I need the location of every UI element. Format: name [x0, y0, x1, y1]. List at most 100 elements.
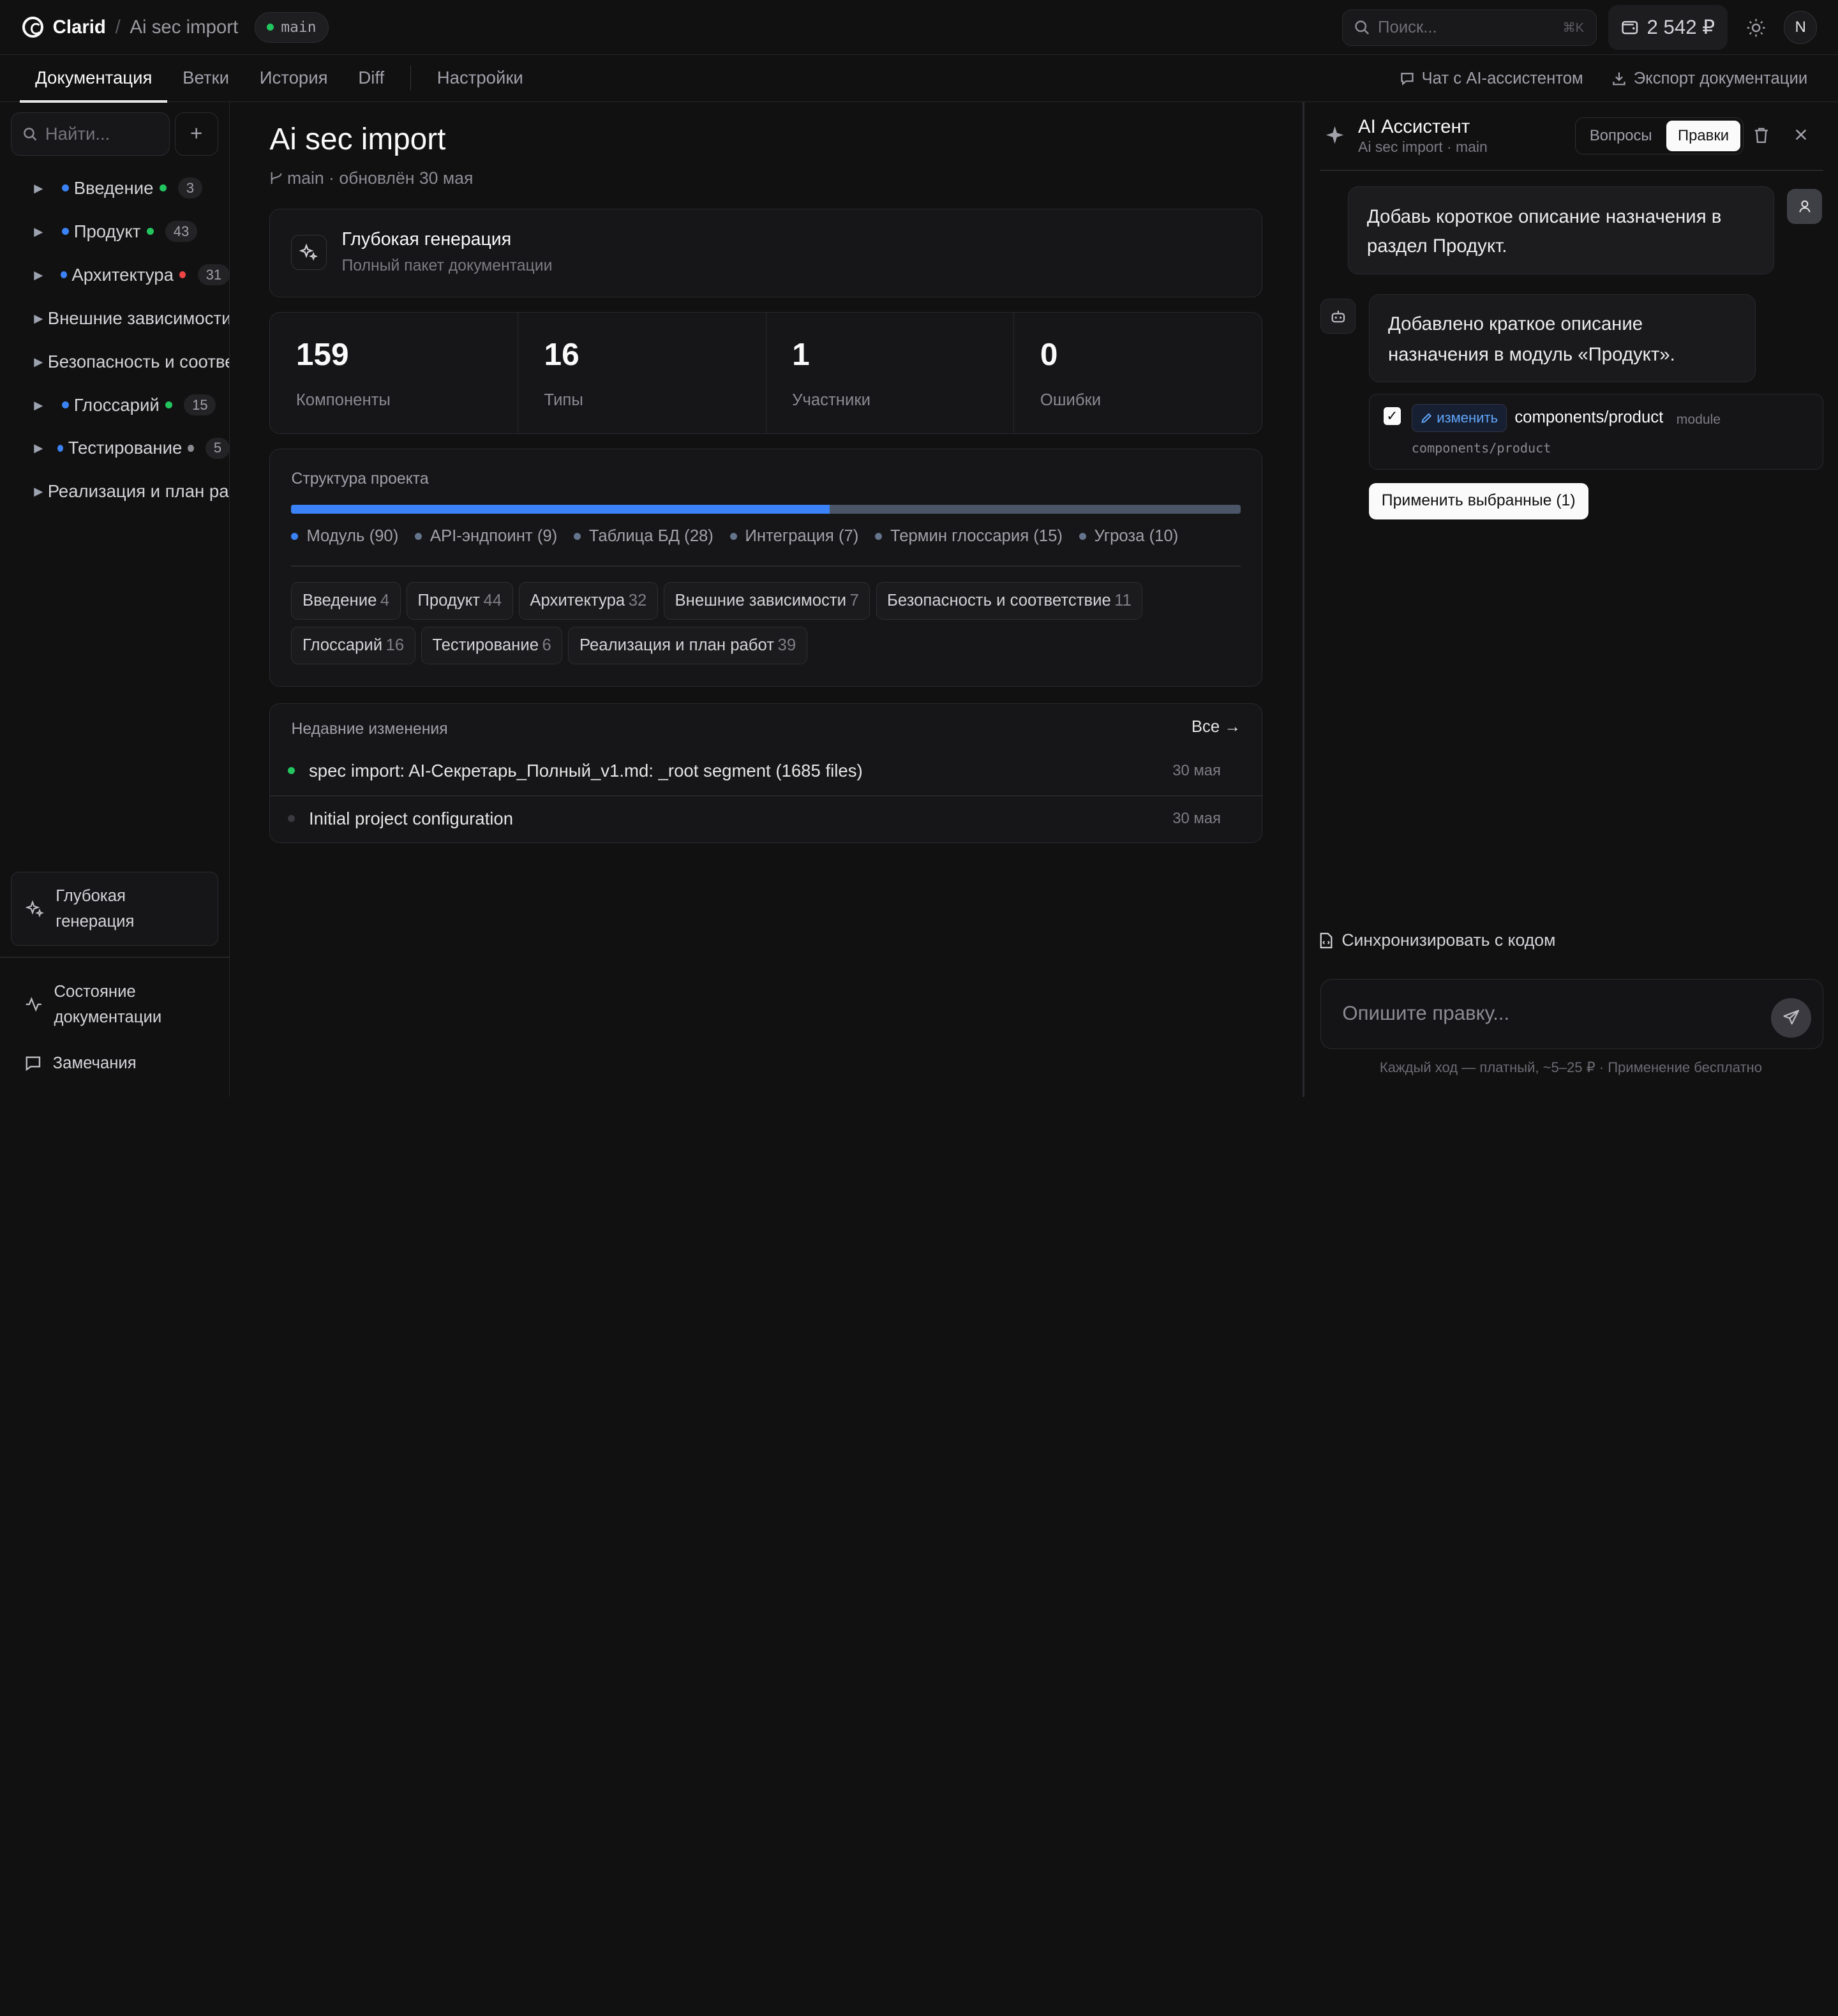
send-button[interactable]: [1771, 998, 1811, 1038]
section-chip[interactable]: Реализация и план работ 39: [568, 626, 807, 664]
structure-divider: [291, 565, 1241, 567]
mode-edits-button[interactable]: Правки: [1666, 121, 1741, 151]
change-target-kind: module: [1676, 412, 1721, 427]
section-dot: [60, 271, 67, 279]
commit-row[interactable]: Initial project configuration 30 мая: [270, 795, 1263, 842]
section-chip[interactable]: Продукт 44: [406, 581, 513, 620]
project-structure-card: Структура проекта Модуль (90) API-эндпои…: [269, 449, 1263, 687]
caret-right-icon[interactable]: ▶: [34, 484, 43, 498]
caret-right-icon[interactable]: ▶: [34, 311, 43, 325]
export-docs-link[interactable]: Экспорт документации: [1611, 70, 1807, 88]
deep-generation-label: Глубокая генерация: [56, 883, 134, 935]
section-chip[interactable]: Архитектура 32: [518, 581, 658, 620]
apply-selected-button[interactable]: Применить выбранные (1): [1368, 482, 1588, 519]
section-chip[interactable]: Глоссарий 16: [291, 626, 415, 664]
chip-label: Реализация и план работ: [579, 636, 775, 654]
tree-item-external-deps[interactable]: ▶ Внешние зависимости: [0, 297, 229, 340]
caret-right-icon[interactable]: ▶: [34, 225, 62, 239]
chip-count: 32: [628, 591, 647, 609]
trash-icon[interactable]: [1753, 126, 1770, 144]
mode-questions-button[interactable]: Вопросы: [1578, 121, 1664, 151]
view-all-link[interactable]: Все →: [1192, 718, 1241, 736]
branch-badge[interactable]: main: [254, 11, 329, 43]
tab-documentation[interactable]: Документация: [20, 54, 167, 103]
caret-right-icon[interactable]: ▶: [34, 268, 60, 282]
close-icon[interactable]: [1794, 128, 1808, 142]
change-target-subpath: components/product: [1411, 440, 1551, 456]
chat-assistant-link[interactable]: Чат с AI-ассистентом: [1400, 70, 1583, 88]
assistant-message: Добавлено краткое описание назначения в …: [1368, 294, 1756, 382]
pencil-icon: [1421, 412, 1432, 424]
change-checkbox[interactable]: ✓: [1383, 407, 1401, 425]
stat-label: Компоненты: [295, 391, 391, 409]
deep-generation-subtitle: Полный пакет документации: [341, 257, 553, 275]
user-avatar[interactable]: N: [1784, 11, 1817, 44]
stat-value: 16: [544, 336, 579, 373]
caret-right-icon[interactable]: ▶: [34, 398, 62, 412]
tab-branches[interactable]: Ветки: [167, 54, 244, 101]
edit-prompt-input[interactable]: Опишите правку...: [1320, 978, 1824, 1049]
breadcrumb-separator: /: [115, 16, 121, 38]
sync-with-code-button[interactable]: Синхронизировать с кодом: [1319, 930, 1555, 950]
global-search-input[interactable]: Поиск... ⌘K: [1341, 9, 1597, 46]
doc-health-label: Состояние документации: [54, 979, 161, 1031]
ai-assistant-panel: AI Ассистент Ai sec import · main Вопрос…: [1302, 101, 1838, 1098]
tree-item-security[interactable]: ▶ Безопасность и соответствие: [0, 340, 229, 384]
caret-right-icon[interactable]: ▶: [34, 355, 43, 369]
tree-item-testing[interactable]: ▶ Тестирование 5: [0, 427, 229, 470]
change-action-label: изменить: [1437, 409, 1498, 426]
section-chip[interactable]: Тестирование 6: [421, 626, 563, 664]
chip-count: 39: [777, 636, 796, 654]
sidebar-search-input[interactable]: Найти...: [10, 112, 170, 156]
deep-generation-button[interactable]: Глубокая генерация: [10, 872, 218, 946]
stat-label: Ошибки: [1040, 391, 1102, 409]
caret-right-icon[interactable]: ▶: [34, 441, 57, 455]
page-meta-text: main · обновлён 30 мая: [287, 168, 474, 188]
tab-diff[interactable]: Diff: [343, 54, 400, 101]
status-dot: [165, 401, 172, 409]
tree-item-label: Продукт: [73, 221, 141, 241]
sparkles-icon: [291, 235, 327, 271]
recent-changes-title: Недавние изменения: [291, 720, 448, 738]
stat-components[interactable]: 159 Компоненты: [270, 312, 519, 433]
stat-participants[interactable]: 1 Участники: [766, 312, 1015, 433]
top-actions: Поиск... ⌘K 2 542 ₽ N: [1341, 0, 1817, 55]
stat-errors[interactable]: 0 Ошибки: [1014, 313, 1262, 433]
chip-label: Архитектура: [530, 591, 625, 609]
legend-item: Термин глоссария (15): [875, 527, 1063, 546]
caret-right-icon[interactable]: ▶: [34, 181, 62, 195]
legend-dot: [573, 532, 581, 540]
branch-name: main: [281, 19, 317, 36]
commit-row[interactable]: spec import: AI-Секретарь_Полный_v1.md: …: [270, 747, 1263, 794]
commit-status-dot: [287, 767, 295, 775]
stat-types[interactable]: 16 Типы: [518, 312, 766, 433]
add-section-button[interactable]: +: [174, 112, 218, 156]
commit-date: 30 мая: [1172, 761, 1221, 779]
sync-with-code-label: Синхронизировать с кодом: [1341, 930, 1556, 950]
remarks-link[interactable]: Замечания: [25, 1050, 137, 1076]
section-chip[interactable]: Безопасность и соответствие 11: [876, 581, 1143, 620]
tree-item-count: 43: [165, 221, 198, 243]
section-dot: [57, 444, 64, 452]
tab-history[interactable]: История: [244, 54, 343, 101]
tree-item-intro[interactable]: ▶ Введение 3: [0, 167, 229, 210]
doc-health-link[interactable]: Состояние документации: [25, 979, 161, 1031]
theme-toggle-button[interactable]: [1740, 11, 1772, 43]
sidebar: Найти... + ▶ Введение 3 ▶ Продукт 43 ▶ А…: [0, 101, 230, 1098]
chip-count: 44: [483, 591, 502, 609]
breadcrumb-project[interactable]: Ai sec import: [130, 17, 238, 38]
tree-item-architecture[interactable]: ▶ Архитектура 31: [0, 253, 229, 297]
search-shortcut: ⌘K: [1562, 20, 1585, 35]
commit-status-dot: [287, 815, 295, 823]
change-target-path[interactable]: components/product: [1514, 408, 1663, 427]
tab-settings[interactable]: Настройки: [422, 54, 539, 101]
app-logo[interactable]: Clarid: [22, 17, 106, 38]
tree-item-glossary[interactable]: ▶ Глоссарий 15: [0, 384, 229, 427]
deep-generation-card[interactable]: Глубокая генерация Полный пакет документ…: [269, 208, 1263, 298]
balance-button[interactable]: 2 542 ₽: [1608, 5, 1728, 50]
tree-item-implementation[interactable]: ▶ Реализация и план работ: [0, 470, 229, 513]
section-chip[interactable]: Введение 4: [291, 581, 401, 620]
section-chip[interactable]: Внешние зависимости 7: [664, 581, 870, 620]
chip-label: Продукт: [417, 591, 481, 609]
tree-item-product[interactable]: ▶ Продукт 43: [0, 210, 229, 253]
